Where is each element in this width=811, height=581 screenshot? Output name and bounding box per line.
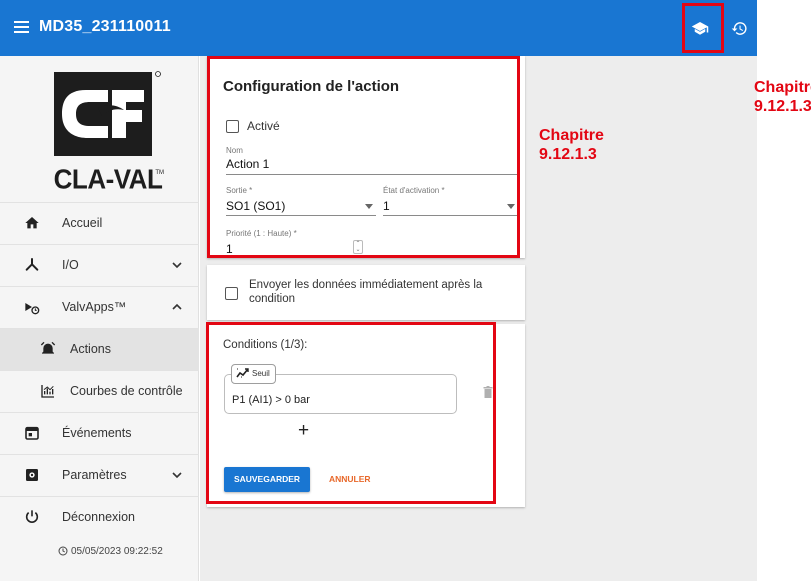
sidebar-item-deconnexion[interactable]: Déconnexion [0,496,199,538]
sidebar-item-label: Actions [70,342,111,356]
sidebar-item-actions[interactable]: Actions [0,328,199,370]
timestamp-value: 05/05/2023 09:22:52 [71,546,163,557]
io-icon [25,258,39,271]
send-data-label: Envoyer les données immédiatement après … [249,279,483,305]
home-icon [25,217,39,229]
sidebar-item-label: Courbes de contrôle [70,384,183,398]
logo-text: CLA-VAL [53,163,163,195]
chevron-up-icon [172,303,182,310]
sidebar-item-courbes[interactable]: Courbes de contrôle [0,370,199,412]
sidebar-item-label: ValvApps™ [62,300,127,314]
menu-icon[interactable] [14,21,29,33]
power-icon [25,510,39,523]
device-title: MD35_231110011 [39,18,171,35]
sidebar-item-label: Événements [62,426,132,440]
alarm-icon [40,341,56,354]
annotation-box-config [207,56,520,258]
send-data-card: Envoyer les données immédiatement après … [207,265,525,320]
annotation-label-top: Chapitre 9.12.1.3 [754,79,811,115]
sidebar-item-evenements[interactable]: Événements [0,412,199,454]
clock-icon [58,546,68,556]
calendar-icon [25,426,39,440]
annotation-box-conditions [206,322,496,504]
sidebar: CLA-VAL TM Accueil I/O ValvApps™ Actions… [0,56,199,581]
sidebar-item-io[interactable]: I/O [0,244,199,286]
sidebar-item-label: Déconnexion [62,510,135,524]
valve-icon [25,303,40,315]
sidebar-item-label: I/O [62,258,79,272]
history-icon[interactable] [731,20,748,37]
sidebar-item-label: Accueil [62,216,103,230]
app-window: MD35_231110011 CLA-VAL TM Accueil I/O Va… [0,0,811,581]
settings-icon [26,469,38,481]
top-app-bar: MD35_231110011 [0,0,757,56]
chevron-down-icon [172,472,182,479]
sidebar-item-label: Paramètres [62,468,127,482]
cla-val-logo: CLA-VAL TM [46,68,170,200]
timestamp: 05/05/2023 09:22:52 [58,546,163,557]
sidebar-item-accueil[interactable]: Accueil [0,202,199,244]
chevron-down-icon [172,262,182,269]
sidebar-item-parametres[interactable]: Paramètres [0,454,199,496]
sidebar-item-valvapps[interactable]: ValvApps™ [0,286,199,328]
annotation-label-inner: Chapitre 9.12.1.3 [539,127,604,163]
send-data-checkbox[interactable] [225,287,238,300]
chart-icon [41,385,54,398]
annotation-box-help [682,3,724,53]
